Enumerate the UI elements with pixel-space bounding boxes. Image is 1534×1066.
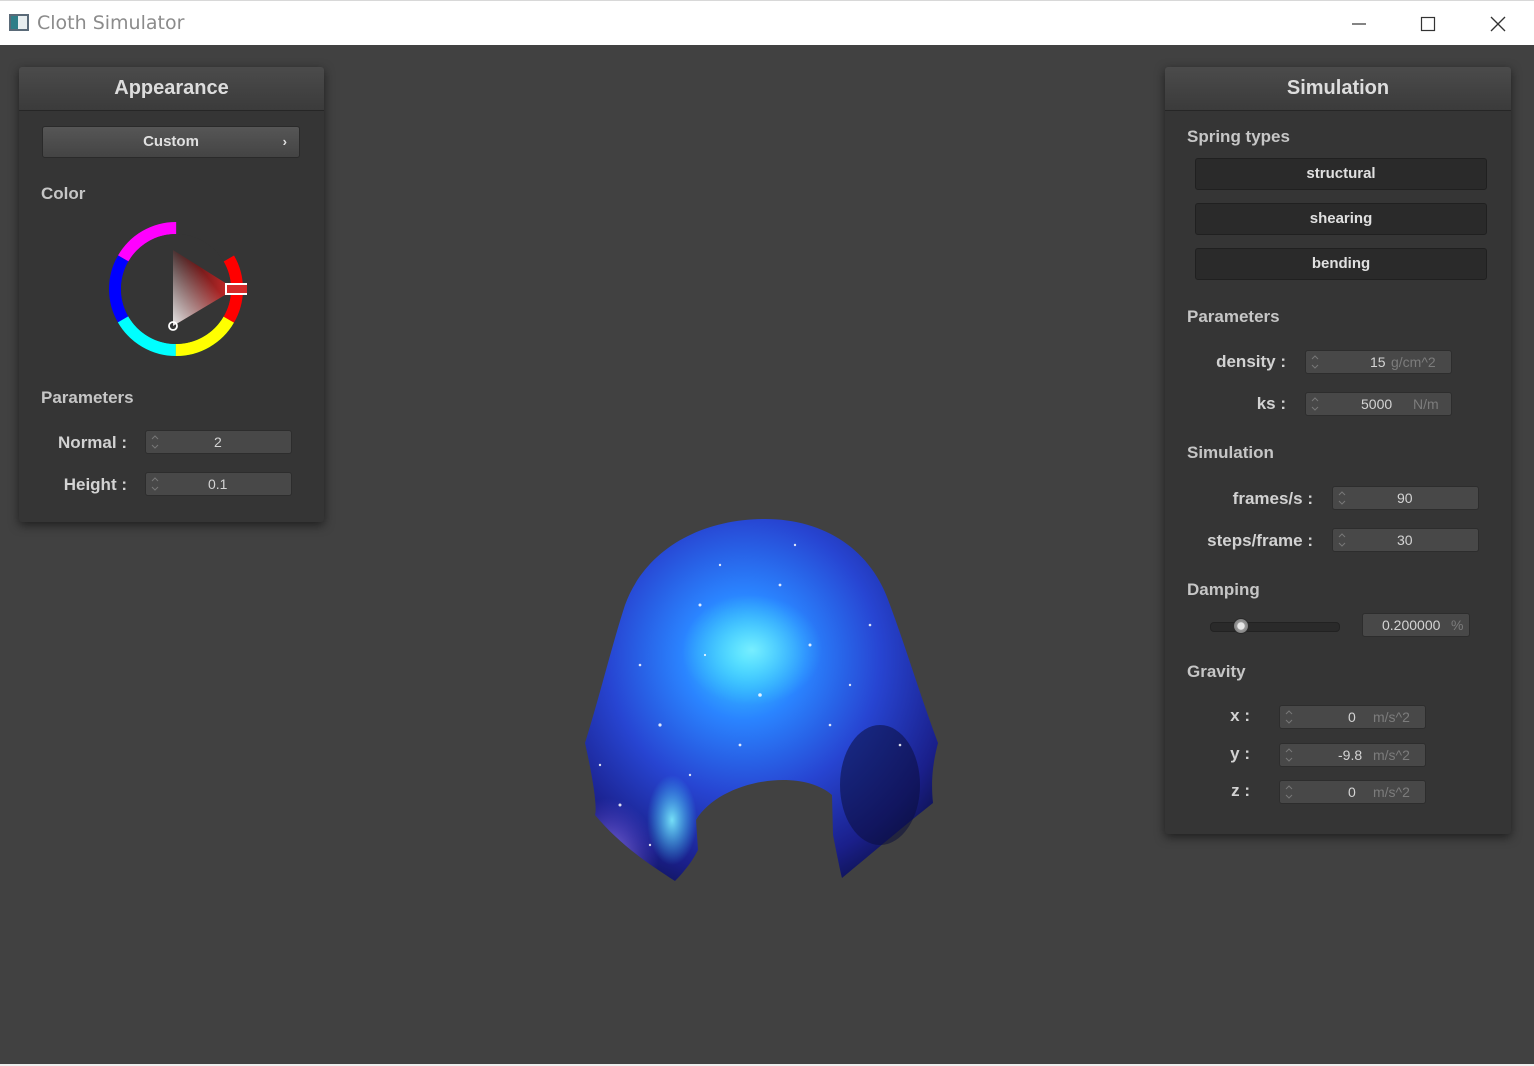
density-label: density :: [1216, 352, 1286, 371]
maximize-button[interactable]: [1393, 1, 1463, 46]
normal-input[interactable]: 2: [145, 430, 292, 454]
fps-value: 90: [1397, 490, 1413, 506]
gravity-x-label: x :: [1230, 706, 1250, 725]
appearance-panel: Appearance Custom › Color Parameters Nor…: [19, 67, 324, 522]
height-input[interactable]: 0.1: [145, 472, 292, 496]
fps-input[interactable]: 90: [1332, 486, 1479, 510]
steps-value: 30: [1397, 532, 1413, 548]
gravity-z-label: z :: [1231, 781, 1250, 800]
damping-slider-track[interactable]: [1210, 618, 1340, 634]
minimize-button[interactable]: [1324, 1, 1394, 46]
spin-arrows-icon[interactable]: [1285, 783, 1293, 801]
simulation-panel: Simulation Spring types structural shear…: [1165, 67, 1511, 834]
close-icon: [1490, 16, 1506, 31]
gravity-y-value: -9.8: [1338, 747, 1363, 763]
hue-selector-handle[interactable]: [225, 283, 247, 295]
shearing-spring-button[interactable]: shearing: [1195, 203, 1487, 235]
density-value: 15: [1370, 354, 1386, 370]
simulation-section-label: Simulation: [1187, 443, 1274, 462]
gravity-y-input[interactable]: -9.8 m/s^2: [1279, 743, 1426, 767]
height-label: Height :: [63, 475, 127, 494]
spin-arrows-icon[interactable]: [1311, 395, 1319, 413]
spin-arrows-icon[interactable]: [1285, 746, 1293, 764]
appearance-parameters-label: Parameters: [41, 388, 134, 407]
preset-dropdown-button[interactable]: Custom ›: [42, 126, 300, 158]
damping-label: Damping: [1187, 580, 1260, 599]
height-value: 0.1: [208, 476, 228, 492]
ks-input[interactable]: 5000 N/m: [1305, 392, 1452, 416]
ks-value: 5000: [1361, 396, 1393, 412]
app-icon: [9, 14, 29, 31]
sim-parameters-label: Parameters: [1187, 307, 1280, 326]
gravity-x-unit: m/s^2: [1373, 709, 1410, 725]
gravity-z-unit: m/s^2: [1373, 784, 1410, 800]
steps-input[interactable]: 30: [1332, 528, 1479, 552]
spin-arrows-icon[interactable]: [1338, 489, 1346, 507]
spin-arrows-icon[interactable]: [1285, 708, 1293, 726]
color-wheel[interactable]: [105, 220, 247, 362]
normal-label: Normal :: [58, 433, 127, 452]
gravity-label: Gravity: [1187, 662, 1246, 681]
spin-arrows-icon[interactable]: [151, 475, 159, 493]
bending-spring-button[interactable]: bending: [1195, 248, 1487, 280]
density-unit: g/cm^2: [1391, 354, 1436, 370]
steps-label: steps/frame :: [1207, 531, 1313, 550]
gravity-y-unit: m/s^2: [1373, 747, 1410, 763]
spin-arrows-icon[interactable]: [1311, 353, 1319, 371]
spring-types-label: Spring types: [1187, 127, 1290, 146]
chevron-right-icon: ›: [282, 134, 287, 149]
gravity-z-value: 0: [1348, 784, 1356, 800]
spin-arrows-icon[interactable]: [1338, 531, 1346, 549]
title-bar: Cloth Simulator: [0, 0, 1534, 45]
ks-label: ks :: [1256, 394, 1286, 413]
preset-dropdown-label: Custom: [143, 133, 199, 150]
minimize-icon: [1352, 22, 1366, 25]
simulation-panel-title: Simulation: [1165, 67, 1511, 111]
fps-label: frames/s :: [1232, 489, 1313, 508]
close-button[interactable]: [1463, 1, 1533, 46]
structural-spring-button[interactable]: structural: [1195, 158, 1487, 190]
window-title: Cloth Simulator: [37, 12, 185, 34]
ks-unit: N/m: [1413, 396, 1439, 412]
damping-slider-handle[interactable]: [1233, 618, 1249, 634]
gravity-z-input[interactable]: 0 m/s^2: [1279, 780, 1426, 804]
gravity-y-label: y :: [1230, 744, 1250, 763]
gravity-x-value: 0: [1348, 709, 1356, 725]
normal-value: 2: [214, 434, 222, 450]
density-input[interactable]: 15 g/cm^2: [1305, 350, 1452, 374]
damping-unit: %: [1451, 617, 1464, 633]
gravity-x-input[interactable]: 0 m/s^2: [1279, 705, 1426, 729]
damping-value: 0.200000: [1382, 617, 1441, 633]
maximize-icon: [1420, 16, 1436, 31]
appearance-panel-title: Appearance: [19, 67, 324, 111]
damping-input[interactable]: 0.200000 %: [1362, 613, 1470, 637]
spin-arrows-icon[interactable]: [151, 433, 159, 451]
color-section-label: Color: [41, 184, 86, 203]
